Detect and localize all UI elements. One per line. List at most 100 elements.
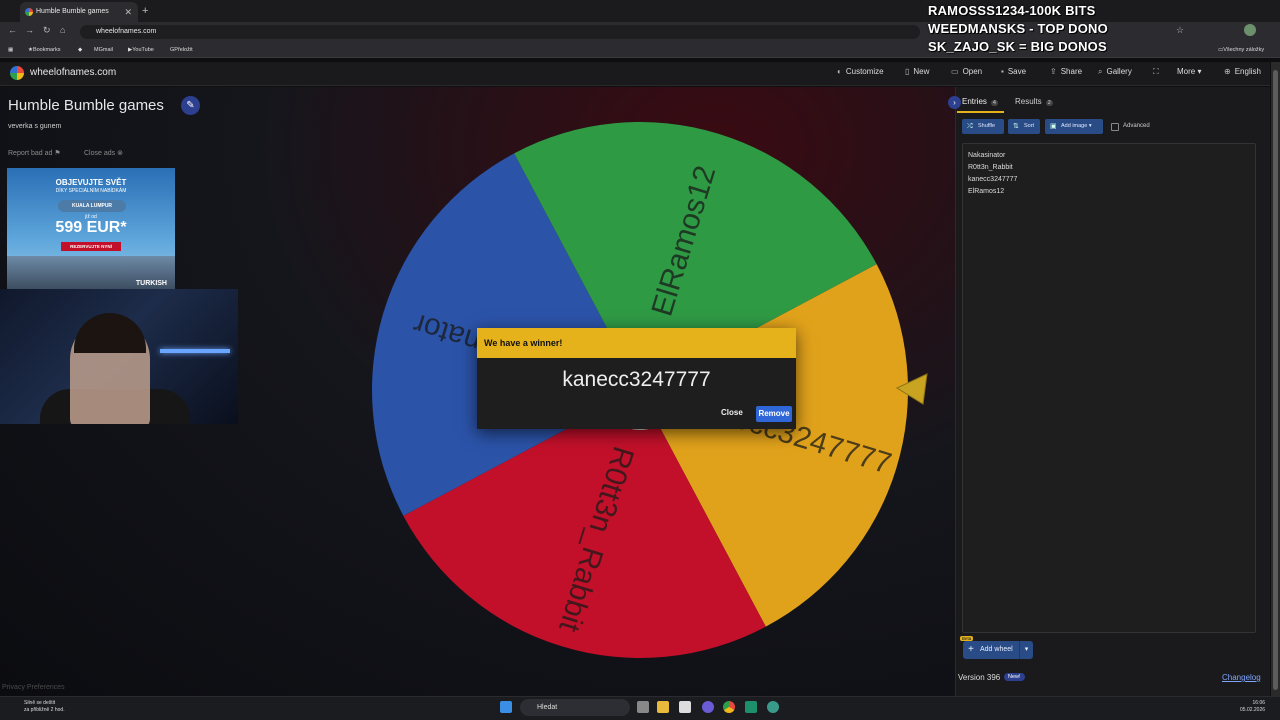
apps-icon[interactable]: ▦ — [8, 42, 13, 58]
shuffle-button[interactable]: ⤮ Shuffle — [962, 119, 1004, 134]
url-field[interactable]: wheelofnames.com — [80, 25, 920, 39]
bookmark-translate[interactable]: G Přeložit — [170, 42, 193, 58]
store-icon[interactable] — [679, 701, 691, 713]
forward-icon[interactable]: → — [25, 25, 34, 35]
ad-headline: OBJEVUJTE SVĚT — [55, 178, 127, 187]
tab-results[interactable]: Results 2 — [1015, 97, 1053, 106]
back-icon[interactable]: ← — [8, 25, 17, 35]
tab-title: Humble Bumble games — [36, 8, 109, 15]
beta-badge: Beta — [960, 636, 974, 641]
wheel-pointer-icon — [895, 373, 928, 405]
entries-count-badge: 4 — [990, 100, 998, 106]
clock-date: 05.02.2026 — [1240, 707, 1266, 713]
dialog-header: We have a winner! — [477, 328, 796, 358]
file-explorer-icon[interactable] — [657, 701, 669, 713]
ad-price: 599 EUR* — [55, 219, 127, 236]
gallery-button[interactable]: ⌕ Gallery — [1098, 67, 1132, 77]
add-wheel-button[interactable]: + Add wheel ▾ — [963, 641, 1033, 659]
wheel-logo-icon[interactable] — [10, 66, 24, 80]
discord-icon[interactable] — [702, 701, 714, 713]
fullscreen-button[interactable]: ⛶ — [1153, 67, 1163, 77]
search-icon: ⌕ — [1098, 67, 1103, 76]
ad-brand: TURKISH — [135, 280, 167, 287]
chrome-icon[interactable] — [723, 701, 735, 713]
streamer-hair — [74, 313, 146, 353]
new-badge: New! — [1004, 673, 1025, 681]
entry-line: ElRamos12 — [968, 188, 1005, 195]
save-button[interactable]: ▪ Save — [1001, 67, 1026, 76]
close-tab-icon[interactable]: ✕ — [124, 2, 132, 22]
share-icon: ⇪ — [1050, 67, 1057, 76]
advanced-checkbox[interactable] — [1111, 123, 1119, 131]
browser-tab[interactable]: Humble Bumble games ✕ — [20, 2, 138, 22]
changelog-link[interactable]: Changelog — [1222, 673, 1261, 682]
report-ad-link[interactable]: Report bad ad ⚑ — [8, 149, 61, 157]
overlay-line: SK_ZAJO_SK = BIG DONOS — [928, 39, 1107, 54]
wheel-description: veverka s gunem — [8, 123, 62, 130]
page-title: Humble Bumble games — [8, 97, 164, 114]
chevron-down-icon: ▾ — [1019, 641, 1033, 659]
entries-textarea[interactable]: Nakasinator R0tt3n_Rabbit kanecc3247777 … — [962, 143, 1256, 633]
ad-cta-button[interactable]: REZERVUJTE NYNÍ — [61, 242, 121, 251]
led-light — [160, 349, 230, 353]
shuffle-icon: ⤮ — [967, 123, 973, 130]
tab-entries[interactable]: Entries 4 — [962, 97, 998, 106]
overlay-line: WEEDMANSKS - TOP DONO — [928, 21, 1108, 36]
ad-banner[interactable]: OBJEVUJTE SVĚT DÍKY SPECIÁLNÍM NABÍDKÁM … — [7, 168, 175, 290]
new-button[interactable]: ▯ New — [905, 67, 929, 76]
globe-icon: ⊕ — [1224, 67, 1231, 76]
ad-subline: DÍKY SPECIÁLNÍM NABÍDKÁM — [55, 188, 127, 194]
clock-time: 16:06 — [1252, 700, 1266, 706]
overlay-line: RAMOSSS1234-100K BITS — [928, 3, 1096, 18]
scrollbar-thumb[interactable] — [1273, 70, 1278, 690]
profile-avatar[interactable] — [1244, 24, 1256, 36]
ad-destination: KUALA LUMPUR — [58, 200, 126, 212]
remove-button[interactable]: Remove — [756, 406, 792, 422]
more-button[interactable]: More ▾ — [1177, 67, 1201, 76]
flag-icon: ⚑ — [54, 150, 61, 157]
file-icon: ▯ — [905, 67, 910, 76]
bookmark-bookmarks[interactable]: ★ Bookmarks — [28, 42, 60, 58]
start-icon[interactable] — [500, 701, 512, 713]
task-view-icon[interactable] — [637, 701, 649, 713]
edit-title-button[interactable]: ✎ — [181, 96, 200, 115]
url-text: wheelofnames.com — [96, 28, 157, 35]
wheel-favicon-icon — [25, 8, 33, 16]
collapse-panel-button[interactable]: › — [948, 96, 961, 109]
reload-icon[interactable]: ↻ — [43, 25, 51, 36]
entry-line: kanecc3247777 — [968, 176, 1018, 183]
entry-line: R0tt3n_Rabbit — [968, 164, 1013, 171]
customize-button[interactable]: ◐ Customize — [837, 67, 884, 76]
winner-name: kanecc3247777 — [562, 368, 711, 391]
bookmark-gmail[interactable]: M Gmail — [94, 42, 113, 58]
active-tab-indicator — [957, 111, 1004, 113]
version-label: Version 396 — [958, 673, 1001, 682]
bookmark-youtube[interactable]: ▶ YouTube — [128, 42, 154, 58]
sort-button[interactable]: ⇅ Sort — [1008, 119, 1040, 134]
close-button[interactable]: Close — [721, 408, 743, 417]
bookmark-binance[interactable]: ◆ — [78, 42, 82, 58]
sort-icon: ⇅ — [1013, 123, 1019, 130]
weather-line: Silně se deštit — [24, 700, 56, 706]
taskbar-search[interactable]: Hledat — [520, 699, 630, 716]
stream-overlay: RAMOSSS1234-100K BITS WEEDMANSKS - TOP D… — [928, 2, 1228, 56]
share-button[interactable]: ⇪ Share — [1050, 67, 1082, 76]
language-button[interactable]: ⊕ English — [1224, 67, 1261, 76]
page-scrollbar[interactable] — [1271, 62, 1280, 696]
results-count-badge: 2 — [1045, 100, 1053, 106]
close-ads-link[interactable]: Close ads ⊗ — [84, 149, 123, 157]
open-button[interactable]: ▭ Open — [951, 67, 982, 76]
system-clock[interactable]: 16:06 05.02.2026 — [1240, 700, 1265, 714]
privacy-preferences-link[interactable]: Privacy Preferences — [2, 684, 65, 691]
new-tab-button[interactable]: + — [142, 2, 148, 20]
home-icon[interactable]: ⌂ — [60, 25, 65, 35]
edge-icon[interactable] — [767, 701, 779, 713]
add-image-button[interactable]: ▣ Add image ▾ — [1045, 119, 1103, 134]
app-icon[interactable] — [745, 701, 757, 713]
site-name[interactable]: wheelofnames.com — [30, 67, 116, 78]
weather-widget[interactable]: Silně se deštit za přibližně 2 hod. — [10, 700, 65, 714]
image-icon: ▣ — [1050, 123, 1057, 130]
folder-icon: ▭ — [951, 67, 959, 76]
fullscreen-icon: ⛶ — [1153, 67, 1159, 76]
save-icon: ▪ — [1001, 67, 1004, 76]
